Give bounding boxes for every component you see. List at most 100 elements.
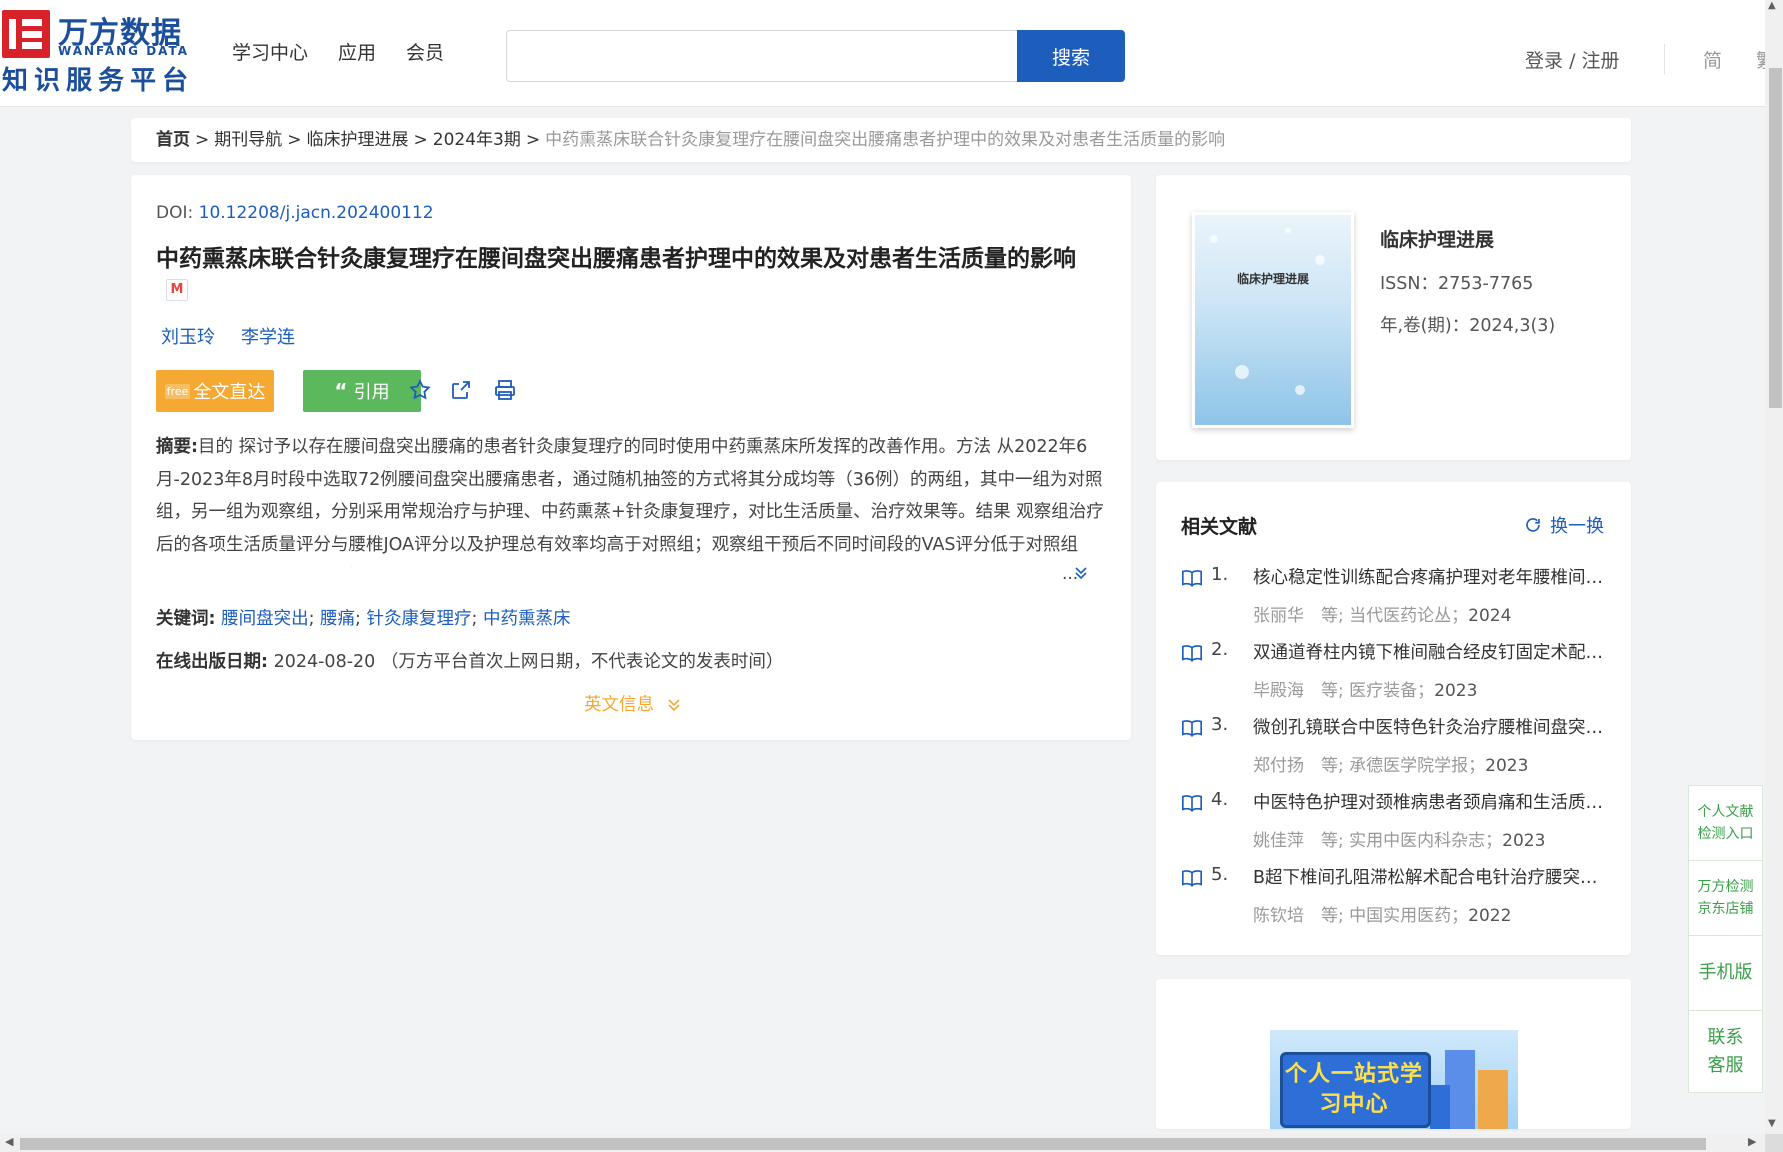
abstract-label: 摘要: [156,437,198,457]
fulltext-label: 全文直达 [193,382,266,403]
related-author[interactable]: 姚佳萍 等; [1253,831,1344,851]
related-title-link[interactable]: 核心稳定性训练配合疼痛护理对老年腰椎间盘突出症患者的影响 [1253,564,1603,589]
breadcrumb: 首页 > 期刊导航 > 临床护理进展 >2024年3期 > 中药熏蒸床联合针灸康复理疗在腰间盘… [131,118,1631,162]
scrollbar-corner [1765,1134,1783,1152]
pubdate-value: 2024-08-20 [273,652,376,672]
pubdate-note: （万方平台首次上网日期，不代表论文的发表时间） [380,652,784,672]
mendeley-icon[interactable]: M [166,279,188,301]
print-icon[interactable] [493,378,519,404]
breadcrumb-journal-nav[interactable]: 期刊导航 [214,130,282,150]
related-year: 2023 [1434,681,1478,701]
keyword-link[interactable]: 腰痛 [320,609,355,629]
scroll-left-icon[interactable]: ◀ [5,1135,13,1148]
register-link[interactable]: 注册 [1582,50,1620,72]
breadcrumb-separator: > [525,130,541,150]
star-icon[interactable] [408,378,434,404]
related-author[interactable]: 郑付扬 等; [1253,756,1344,776]
related-title-link[interactable]: B超下椎间孔阻滞松解术配合电针治疗腰突症的疗效 [1253,864,1603,889]
related-source[interactable]: 实用中医内科杂志； [1349,831,1502,851]
personal-check-entry[interactable]: 个人文献检测入口 [1689,786,1762,861]
related-meta: 姚佳萍 等; 实用中医内科杂志；2023 [1253,826,1545,851]
pubdate-label: 在线出版日期: [156,652,268,672]
related-item: 5. B超下椎间孔阻滞松解术配合电针治疗腰突症的疗效 陈钦培 等; 中国实用医药… [1181,864,1621,934]
learning-center-banner[interactable]: 个人一站式学习中心 [1270,1030,1518,1129]
journal-info-card: 临床护理进展 临床护理进展 ISSN：2753-7765 年,卷(期)：2024… [1156,175,1631,460]
nav-learning-center[interactable]: 学习中心 [232,38,308,65]
header-divider [1664,44,1665,74]
lang-traditional[interactable]: 繁 [1756,46,1765,73]
author-link[interactable]: 刘玉玲 [161,323,215,349]
related-title-link[interactable]: 中医特色护理对颈椎病患者颈肩痛和生活质量的影响 [1253,789,1603,814]
breadcrumb-journal[interactable]: 临床护理进展 [307,130,409,150]
refresh-icon [1526,518,1540,532]
keyword-link[interactable]: 腰间盘突出 [221,609,309,629]
customer-service-link[interactable]: 联系客服 [1689,1011,1762,1092]
refresh-label: 换一换 [1550,516,1604,537]
related-title-link[interactable]: 双通道脊柱内镜下椎间融合经皮钉固定术配合中医护理 [1253,639,1603,664]
related-meta: 陈钦培 等; 中国实用医药；2022 [1253,901,1511,926]
scroll-right-icon[interactable]: ▶ [1748,1135,1756,1148]
english-info-toggle[interactable]: 英文信息 [584,691,682,716]
nav-membership[interactable]: 会员 [406,38,444,65]
logo-tagline: 知识服务平台 [2,66,195,96]
journal-name[interactable]: 临床护理进展 [1380,225,1494,252]
related-author[interactable]: 毕殿海 等; [1253,681,1344,701]
refresh-button[interactable]: 换一换 [1524,512,1604,538]
horizontal-scroll-thumb[interactable] [20,1138,1706,1150]
lang-simplified[interactable]: 简 [1703,46,1722,73]
doi-label: DOI: [156,203,194,223]
related-author[interactable]: 陈钦培 等; [1253,906,1344,926]
related-year: 2023 [1502,831,1546,851]
scroll-up-icon[interactable]: ▲ [1768,0,1776,11]
nav-apps[interactable]: 应用 [338,38,376,65]
share-icon[interactable] [449,378,475,404]
login-link[interactable]: 登录 [1525,50,1563,72]
keyword-link[interactable]: 针灸康复理疗 [367,609,472,629]
related-number: 1. [1211,564,1229,585]
book-icon [1182,870,1202,887]
related-source[interactable]: 当代医药论丛； [1349,606,1468,626]
breadcrumb-home[interactable]: 首页 [156,130,190,150]
wanfang-logo-mark [2,10,50,58]
book-icon [1182,570,1202,587]
breadcrumb-separator: > [195,130,210,150]
mobile-version-link[interactable]: 手机版 [1689,936,1762,1011]
cite-button[interactable]: “ 引用 [303,370,421,412]
jd-store-link[interactable]: 万方检测京东店铺 [1689,861,1762,936]
related-number: 5. [1211,864,1229,885]
related-literature: 相关文献 换一换 1. 核心稳定性训练配合疼痛护理对老年腰椎间盘突出症患者的影响… [1156,482,1631,955]
related-number: 2. [1211,639,1229,660]
related-author[interactable]: 张丽华 等; [1253,606,1344,626]
wanfang-logo[interactable]: 万方数据 WANFANG DATA 知识服务平台 [0,8,190,98]
ad-card: 个人一站式学习中心 [1156,979,1631,1129]
related-source[interactable]: 承德医学院学报； [1349,756,1485,776]
scroll-down-icon[interactable]: ▼ [1768,1118,1776,1129]
search-button[interactable]: 搜索 [1017,30,1125,82]
related-item: 2. 双通道脊柱内镜下椎间融合经皮钉固定术配合中医护理 毕殿海 等; 医疗装备；… [1181,639,1621,709]
related-meta: 毕殿海 等; 医疗装备；2023 [1253,676,1477,701]
search-input[interactable] [506,30,1017,82]
related-title: 相关文献 [1181,516,1258,538]
breadcrumb-issue[interactable]: 2024年3期 [433,130,521,150]
fulltext-button[interactable]: free 全文直达 [156,370,274,412]
doi-link[interactable]: 10.12208/j.jacn.202400112 [199,203,434,223]
chevron-down-icon [668,699,680,712]
expand-abstract-icon[interactable] [1073,565,1089,585]
book-icon [1182,645,1202,662]
journal-cover[interactable]: 临床护理进展 [1192,212,1354,428]
related-source[interactable]: 医疗装备； [1349,681,1434,701]
quote-icon: “ [334,379,348,403]
related-source[interactable]: 中国实用医药； [1349,906,1468,926]
vertical-scrollbar[interactable]: ▲ ▼ [1765,0,1783,1134]
horizontal-scrollbar[interactable]: ◀ ▶ [0,1134,1765,1152]
author-link[interactable]: 李学连 [241,323,295,349]
vertical-scroll-thumb[interactable] [1769,68,1782,408]
keyword-link[interactable]: 中药熏蒸床 [483,609,571,629]
keywords: 关键词: 腰间盘突出; 腰痛; 针灸康复理疗; 中药熏蒸床 [156,609,571,629]
breadcrumb-separator: > [287,130,302,150]
logo-english-name: WANFANG DATA [58,44,190,58]
related-item: 3. 微创孔镜联合中医特色针灸治疗腰椎间盘突出症的效果 郑付扬 等; 承德医学院… [1181,714,1621,784]
related-title-link[interactable]: 微创孔镜联合中医特色针灸治疗腰椎间盘突出症的效果 [1253,714,1603,739]
banner-text: 个人一站式学习中心 [1284,1062,1423,1117]
abstract-text: 目的 探讨予以存在腰间盘突出腰痛的患者针灸康复理疗的同时使用中药熏蒸床所发挥的改… [156,437,1104,555]
